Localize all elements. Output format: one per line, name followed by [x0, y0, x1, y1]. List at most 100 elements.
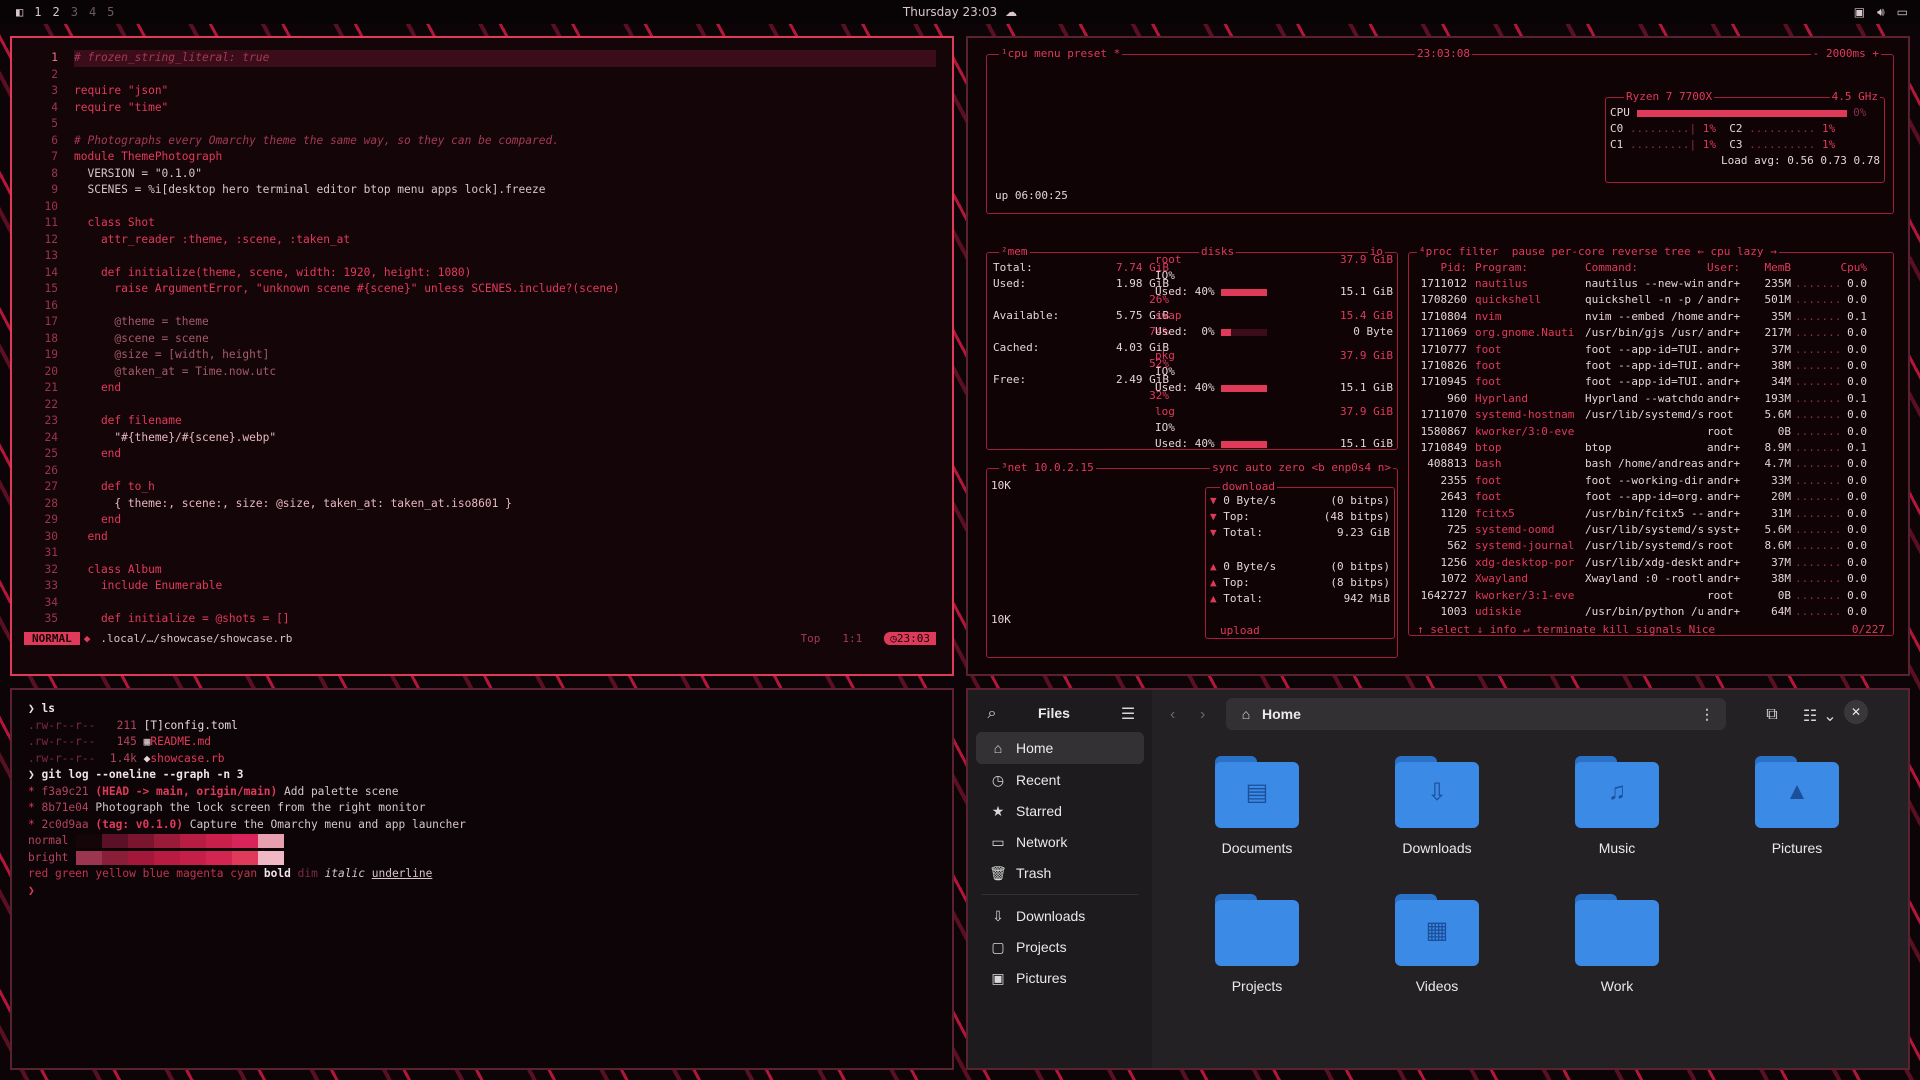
- code-line[interactable]: def initialize(theme, scene, width: 1920…: [74, 265, 936, 282]
- code-line[interactable]: @theme = theme: [74, 314, 936, 331]
- net-iface[interactable]: <b enp0s4 n>: [1312, 461, 1391, 474]
- folder-downloads[interactable]: ⇩ Downloads: [1372, 756, 1502, 856]
- cpu-title[interactable]: ¹cpu menu preset *: [999, 47, 1123, 60]
- code-line[interactable]: # frozen_string_literal: true: [74, 50, 936, 67]
- code-line[interactable]: class Shot: [74, 215, 936, 232]
- code-area[interactable]: # frozen_string_literal: true require "js…: [74, 50, 936, 628]
- sort-button[interactable]: ← cpu lazy →: [1697, 245, 1776, 258]
- terminal-window[interactable]: ❯ ls .rw-r--r-- 211 [T]config.toml .rw-r--…: [10, 688, 954, 1070]
- workspace-3[interactable]: 3: [71, 5, 78, 19]
- code-line[interactable]: end: [74, 529, 936, 546]
- sidebar-item-downloads[interactable]: ⇩ Downloads: [976, 900, 1144, 932]
- code-line[interactable]: [74, 463, 936, 480]
- folder-documents[interactable]: ▤ Documents: [1192, 756, 1322, 856]
- close-icon[interactable]: ✕: [1844, 700, 1868, 724]
- code-line[interactable]: def initialize = @shots = []: [74, 611, 936, 628]
- folder-music[interactable]: ♫ Music: [1552, 756, 1682, 856]
- code-line[interactable]: class Album: [74, 562, 936, 579]
- percore-button[interactable]: per-core: [1552, 245, 1605, 258]
- proc-header-pid[interactable]: Pid:: [1417, 261, 1468, 274]
- code-line[interactable]: module ThemePhotograph: [74, 149, 936, 166]
- code-line[interactable]: end: [74, 512, 936, 529]
- folder-projects[interactable]: Projects: [1192, 894, 1322, 994]
- reverse-button[interactable]: reverse: [1611, 245, 1657, 258]
- net-sync[interactable]: sync: [1212, 461, 1239, 474]
- menu-button[interactable]: menu: [1034, 47, 1061, 60]
- proc-header-cmd[interactable]: Command:: [1585, 261, 1703, 274]
- sidebar-item-recent[interactable]: ◷ Recent: [976, 764, 1144, 796]
- net-controls[interactable]: sync auto zero <b enp0s4 n>: [1210, 461, 1393, 474]
- menu-icon[interactable]: ◧: [16, 5, 23, 19]
- proc-header-user[interactable]: User:: [1707, 261, 1751, 274]
- preset-button[interactable]: preset *: [1067, 47, 1120, 60]
- code-line[interactable]: [74, 199, 936, 216]
- code-line[interactable]: "#{theme}/#{scene}.webp": [74, 430, 936, 447]
- sidebar-item-trash[interactable]: 🗑︎ Trash: [976, 857, 1144, 889]
- code-line[interactable]: def to_h: [74, 479, 936, 496]
- screen-icon[interactable]: ▣: [1854, 5, 1865, 19]
- forward-icon[interactable]: ›: [1200, 706, 1205, 724]
- code-line[interactable]: end: [74, 380, 936, 397]
- workspace-4[interactable]: 4: [89, 5, 96, 19]
- back-icon[interactable]: ‹: [1170, 706, 1175, 724]
- code-line[interactable]: [74, 545, 936, 562]
- code-line[interactable]: [74, 67, 936, 84]
- code-line[interactable]: [74, 397, 936, 414]
- net-title[interactable]: ³net 10.0.2.15: [999, 461, 1096, 474]
- display-icon[interactable]: ▭: [1897, 5, 1908, 19]
- code-line[interactable]: VERSION = "0.1.0": [74, 166, 936, 183]
- clock[interactable]: Thursday 23:03 ☁: [903, 5, 1017, 19]
- folder-videos[interactable]: ▦ Videos: [1372, 894, 1502, 994]
- kebab-menu-icon[interactable]: ⋮: [1700, 706, 1714, 723]
- code-line[interactable]: include Enumerable: [74, 578, 936, 595]
- mem-title[interactable]: ²mem: [999, 245, 1030, 258]
- refresh-rate[interactable]: - 2000ms +: [1810, 47, 1881, 60]
- code-line[interactable]: [74, 248, 936, 265]
- workspace-2[interactable]: 2: [52, 5, 59, 19]
- code-line[interactable]: raise ArgumentError, "unknown scene #{sc…: [74, 281, 936, 298]
- kill-button[interactable]: kill: [1602, 623, 1629, 636]
- code-line[interactable]: @taken_at = Time.now.utc: [74, 364, 936, 381]
- terminate-button[interactable]: terminate: [1536, 623, 1596, 636]
- net-auto[interactable]: auto: [1245, 461, 1272, 474]
- sidebar-item-starred[interactable]: ★ Starred: [976, 795, 1144, 827]
- proc-header-prog[interactable]: Program:: [1475, 261, 1575, 274]
- sidebar-item-network[interactable]: ▭ Network: [976, 826, 1144, 858]
- code-line[interactable]: require "json": [74, 83, 936, 100]
- search-icon[interactable]: ⌕: [984, 705, 1000, 723]
- hamburger-menu-icon[interactable]: ☰: [1120, 704, 1136, 724]
- workspace-1[interactable]: 1: [34, 5, 41, 19]
- proc-header-cpu[interactable]: Cpu%: [1829, 261, 1868, 274]
- proc-controls[interactable]: ⁴proc filter pause per-core reverse tree…: [1417, 245, 1779, 258]
- location-bar[interactable]: ⌂ Home ⋮: [1226, 698, 1726, 730]
- signals-button[interactable]: signals: [1636, 623, 1682, 636]
- nice-button[interactable]: Nice: [1689, 623, 1716, 636]
- code-line[interactable]: require "time": [74, 100, 936, 117]
- proc-title[interactable]: ⁴proc: [1419, 245, 1452, 258]
- code-line[interactable]: @scene = scene: [74, 331, 936, 348]
- code-line[interactable]: [74, 298, 936, 315]
- code-line[interactable]: attr_reader :theme, :scene, :taken_at: [74, 232, 936, 249]
- workspace-5[interactable]: 5: [107, 5, 114, 19]
- volume-icon[interactable]: 🔊︎: [1877, 5, 1885, 20]
- folder-pictures[interactable]: ▲ Pictures: [1732, 756, 1862, 856]
- list-view-icon[interactable]: ☷: [1802, 706, 1818, 726]
- chevron-down-icon[interactable]: ⌄: [1822, 706, 1838, 726]
- tree-button[interactable]: tree: [1664, 245, 1691, 258]
- active-prompt[interactable]: ❯: [28, 884, 35, 897]
- select-button[interactable]: ↑ select ↓: [1417, 623, 1483, 636]
- sidebar-item-pictures[interactable]: ▣ Pictures: [976, 962, 1144, 994]
- code-line[interactable]: [74, 595, 936, 612]
- net-zero[interactable]: zero: [1278, 461, 1305, 474]
- btop-window[interactable]: ¹cpu menu preset * 23:03:08 - 2000ms + u…: [966, 36, 1910, 676]
- code-line[interactable]: SCENES = %i[desktop hero terminal editor…: [74, 182, 936, 199]
- pause-button[interactable]: pause: [1512, 245, 1545, 258]
- filter-button[interactable]: filter: [1459, 245, 1499, 258]
- editor-window[interactable]: 1 2 3 4 5 6 7 8 9 10 11 12 13 14 15 16 17 18 19 20 21 22 23 24 2…: [10, 36, 954, 676]
- code-line[interactable]: # Photographs every Omarchy theme the sa…: [74, 133, 936, 150]
- code-line[interactable]: end: [74, 446, 936, 463]
- code-line[interactable]: def filename: [74, 413, 936, 430]
- code-line[interactable]: @size = [width, height]: [74, 347, 936, 364]
- files-window[interactable]: ⌕ Files ☰ ⌂ Home ◷ Recent ★ Starred ▭ Network 🗑︎…: [966, 688, 1910, 1070]
- folder-work[interactable]: Work: [1552, 894, 1682, 994]
